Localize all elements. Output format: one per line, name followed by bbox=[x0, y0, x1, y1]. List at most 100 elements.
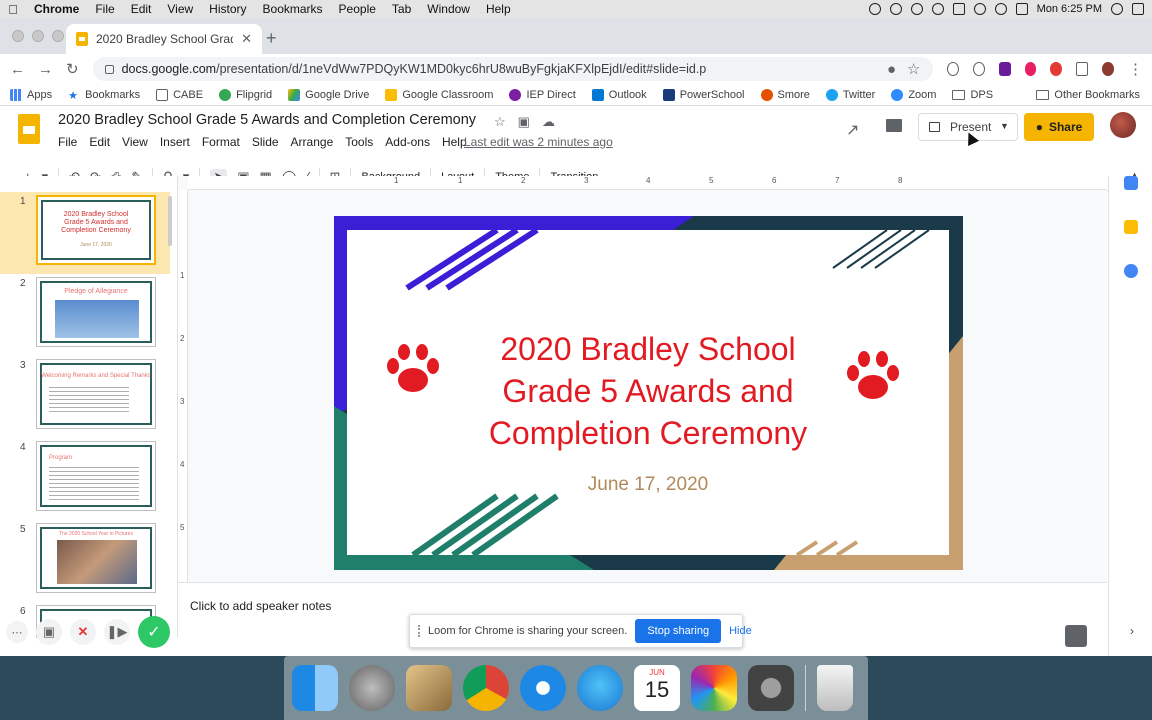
other-bookmarks[interactable]: Other Bookmarks bbox=[1036, 84, 1140, 106]
present-options-caret-icon[interactable]: ▼ bbox=[1000, 121, 1009, 131]
bookmark-outlook[interactable]: Outlook bbox=[591, 88, 647, 101]
menubar-item-history[interactable]: History bbox=[201, 2, 254, 16]
bookmark-smore[interactable]: Smore bbox=[760, 88, 810, 101]
menu-format[interactable]: Format bbox=[202, 135, 246, 149]
finder-icon[interactable] bbox=[292, 665, 338, 711]
display-icon[interactable] bbox=[952, 3, 965, 15]
bookmark-dps[interactable]: DPS bbox=[952, 89, 993, 101]
bookmark-powerschool[interactable]: PowerSchool bbox=[662, 88, 745, 101]
share-button[interactable]: ● Share bbox=[1024, 113, 1094, 141]
close-tab-icon[interactable]: ✕ bbox=[241, 31, 252, 47]
move-folder-icon[interactable]: ▣ bbox=[518, 114, 530, 130]
extension-icon[interactable] bbox=[946, 62, 959, 76]
last-edit-link[interactable]: Last edit was 2 minutes ago bbox=[464, 135, 613, 149]
bookmark-iep-direct[interactable]: IEP Direct bbox=[509, 88, 576, 101]
menubar-clock[interactable]: Mon 6:25 PM bbox=[1037, 3, 1102, 15]
bookmark-star-icon[interactable]: ☆ bbox=[907, 60, 921, 78]
trash-icon[interactable] bbox=[817, 665, 853, 711]
star-icon[interactable]: ☆ bbox=[494, 114, 506, 130]
browser-tab[interactable]: 2020 Bradley School Grade 5 A ✕ bbox=[66, 24, 262, 54]
slide-thumbnail[interactable]: 3 Welcoming Remarks and Special Thanks bbox=[0, 356, 170, 438]
bookmark-twitter[interactable]: Twitter bbox=[825, 88, 875, 101]
minimize-window-button[interactable] bbox=[32, 30, 44, 42]
sync-icon[interactable] bbox=[910, 3, 923, 15]
camera-toggle-icon[interactable]: ▣ bbox=[36, 619, 62, 645]
back-icon[interactable]: ← bbox=[10, 61, 25, 78]
photos-icon[interactable] bbox=[691, 665, 737, 711]
profile-avatar[interactable] bbox=[1102, 62, 1114, 76]
menubar-item-window[interactable]: Window bbox=[419, 2, 478, 16]
loom-status-icon[interactable] bbox=[889, 3, 902, 15]
keep-addon-icon[interactable] bbox=[1124, 220, 1138, 234]
menubar-item-help[interactable]: Help bbox=[478, 2, 519, 16]
cancel-recording-icon[interactable]: ✕ bbox=[70, 619, 96, 645]
chrome-icon[interactable] bbox=[463, 665, 509, 711]
vertical-ruler[interactable]: 1 2 3 4 5 bbox=[178, 190, 188, 582]
timer-icon[interactable] bbox=[931, 3, 944, 15]
slide-subtitle-date[interactable]: June 17, 2020 bbox=[347, 474, 949, 496]
microphone-icon[interactable] bbox=[868, 3, 881, 15]
drag-handle-icon[interactable] bbox=[418, 625, 420, 637]
activity-trend-icon[interactable]: ↗ bbox=[846, 120, 859, 140]
chrome-menu-icon[interactable]: ⋮ bbox=[1128, 60, 1143, 78]
expand-side-panel-icon[interactable]: › bbox=[1130, 624, 1134, 638]
stop-sharing-button[interactable]: Stop sharing bbox=[635, 619, 722, 643]
menubar-item-chrome[interactable]: Chrome bbox=[26, 2, 87, 16]
red-extension-icon[interactable] bbox=[1050, 62, 1063, 76]
menu-slide[interactable]: Slide bbox=[252, 135, 285, 149]
new-tab-icon[interactable]: + bbox=[266, 28, 277, 49]
bookmark-google-classroom[interactable]: Google Classroom bbox=[385, 88, 493, 101]
close-window-button[interactable] bbox=[12, 30, 24, 42]
safari-icon[interactable] bbox=[520, 665, 566, 711]
wifi-icon[interactable] bbox=[994, 3, 1007, 15]
c-extension-icon[interactable] bbox=[998, 62, 1011, 76]
bookmark-bookmarks[interactable]: ★ Bookmarks bbox=[68, 89, 140, 102]
bookmark-flipgrid[interactable]: Flipgrid bbox=[219, 88, 272, 101]
menubar-item-bookmarks[interactable]: Bookmarks bbox=[255, 2, 331, 16]
hide-button[interactable]: Hide bbox=[729, 625, 752, 637]
menubar-item-file[interactable]: File bbox=[87, 2, 122, 16]
menubar-item-view[interactable]: View bbox=[159, 2, 201, 16]
bluetooth-icon[interactable] bbox=[973, 3, 986, 15]
cloud-saved-icon[interactable]: ☁ bbox=[542, 114, 555, 130]
menu-arrange[interactable]: Arrange bbox=[291, 135, 340, 149]
url-text[interactable]: docs.google.com/presentation/d/1neVdWw7P… bbox=[122, 62, 877, 76]
lock-icon[interactable] bbox=[104, 64, 114, 74]
voice-search-icon[interactable]: ● bbox=[885, 61, 899, 78]
account-avatar[interactable] bbox=[1110, 112, 1136, 138]
slides-logo-icon[interactable] bbox=[18, 114, 40, 144]
pause-recording-icon[interactable]: ❚▶ bbox=[104, 619, 130, 645]
bookmark-zoom[interactable]: Zoom bbox=[891, 88, 936, 101]
slide-thumbnail[interactable]: 4 Program bbox=[0, 438, 170, 520]
launchpad-icon[interactable] bbox=[349, 665, 395, 711]
current-slide[interactable]: 2020 Bradley School Grade 5 Awards and C… bbox=[334, 216, 963, 570]
apple-icon[interactable]:  bbox=[0, 2, 26, 17]
menu-addons[interactable]: Add-ons bbox=[385, 135, 436, 149]
slide-thumbnail[interactable]: 1 2020 Bradley School Grade 5 Awards and… bbox=[0, 192, 170, 274]
bookmark-cabe[interactable]: CABE bbox=[156, 88, 203, 101]
reload-icon[interactable]: ↻ bbox=[66, 60, 79, 78]
battery-icon[interactable] bbox=[1015, 3, 1028, 15]
cast-icon[interactable] bbox=[1076, 62, 1089, 76]
filmstrip-scrollbar[interactable] bbox=[168, 196, 172, 246]
calendar-icon[interactable]: JUN 15 bbox=[634, 665, 680, 711]
mail-icon[interactable] bbox=[406, 665, 452, 711]
horizontal-ruler[interactable]: 1 1 2 3 4 5 6 7 8 bbox=[188, 176, 1107, 190]
more-options-icon[interactable]: ⋯ bbox=[6, 621, 28, 643]
menu-insert[interactable]: Insert bbox=[160, 135, 196, 149]
spotlight-icon[interactable] bbox=[1111, 3, 1123, 15]
menubar-item-tab[interactable]: Tab bbox=[384, 2, 419, 16]
menubar-item-edit[interactable]: Edit bbox=[123, 2, 160, 16]
slide-thumbnail[interactable]: 5 The 2020 School Year in Pictures bbox=[0, 520, 170, 602]
system-preferences-icon[interactable] bbox=[748, 665, 794, 711]
explore-icon[interactable] bbox=[1065, 625, 1087, 647]
zoom-window-button[interactable] bbox=[52, 30, 64, 42]
loom-extension-icon[interactable] bbox=[1024, 62, 1037, 76]
menu-view[interactable]: View bbox=[122, 135, 154, 149]
menubar-item-people[interactable]: People bbox=[331, 2, 384, 16]
bookmark-google-drive[interactable]: Google Drive bbox=[288, 88, 369, 101]
forward-icon[interactable]: → bbox=[38, 61, 53, 78]
calendar-addon-icon[interactable] bbox=[1124, 176, 1138, 190]
finish-recording-icon[interactable]: ✓ bbox=[138, 616, 170, 648]
slide-thumbnail[interactable]: 2 Pledge of Allegiance bbox=[0, 274, 170, 356]
